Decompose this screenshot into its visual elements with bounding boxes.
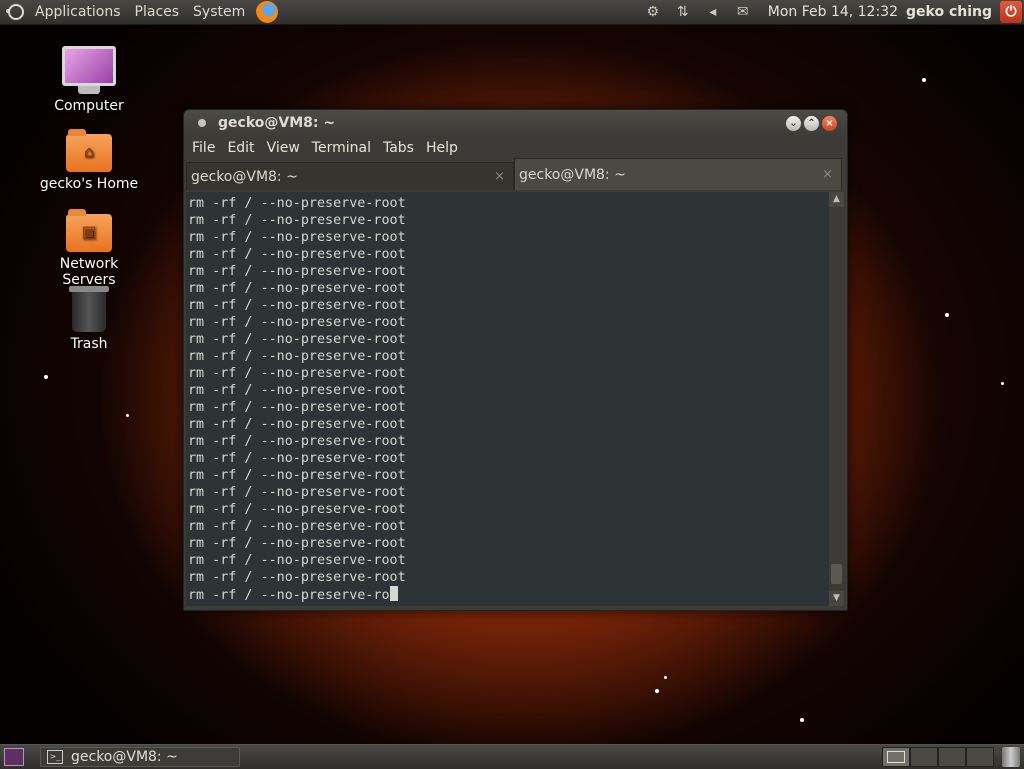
terminal-line: rm -rf / --no-preserve-root [188,264,406,279]
star [800,718,804,722]
terminal-output[interactable]: rm -rf / --no-preserve-root rm -rf / --no… [186,192,829,606]
close-button[interactable]: × [822,115,837,131]
terminal-icon: >_ [47,750,63,764]
menu-terminal[interactable]: Terminal [308,140,375,156]
scroll-thumb[interactable] [831,564,842,584]
window-title: gecko@VM8: ~ [218,115,336,131]
menu-places[interactable]: Places [128,0,187,24]
terminal-line: rm -rf / --no-preserve-root [188,349,406,364]
workspace-4[interactable] [966,747,994,767]
desktop-icon-computer[interactable]: Computer [34,46,144,114]
terminal-line: rm -rf / --no-preserve-root [188,366,406,381]
menu-system[interactable]: System [186,0,252,24]
power-icon[interactable]: ⏻ [1000,1,1022,23]
star [126,414,129,417]
window-titlebar[interactable]: gecko@VM8: ~ ⌄ ⌃ × [184,110,847,136]
terminal-window[interactable]: gecko@VM8: ~ ⌄ ⌃ × File Edit View Termin… [183,109,848,611]
tab-label: gecko@VM8: ~ [519,166,626,183]
terminal-line: rm -rf / --no-preserve-root [188,519,406,534]
desktop-icon-network-servers[interactable]: ▣ Network Servers [34,209,144,288]
terminal-line: rm -rf / --no-preserve-root [188,196,406,211]
trash-icon [69,286,109,332]
terminal-line: rm -rf / --no-preserve-root [188,536,406,551]
star [1001,382,1004,385]
star [945,313,949,317]
workspace-1[interactable] [882,747,910,767]
terminal-line: rm -rf / --no-preserve-root [188,485,406,500]
terminal-line: rm -rf / --no-preserve-root [188,298,406,313]
desktop-icon-label: gecko's Home [39,176,139,192]
clock[interactable]: Mon Feb 14, 12:32 [768,4,898,20]
terminal-cursor [389,586,398,601]
network-folder-icon: ▣ [66,209,112,252]
tab-1[interactable]: gecko@VM8: ~ × [186,162,514,190]
tab-label: gecko@VM8: ~ [191,168,298,185]
terminal-line: rm -rf / --no-preserve-root [188,468,406,483]
tab-close-icon[interactable]: × [494,169,505,184]
firefox-icon[interactable] [256,1,279,23]
terminal-line: rm -rf / --no-preserve-root [188,417,406,432]
minimize-button[interactable]: ⌄ [786,115,801,131]
terminal-line: rm -rf / --no-preserve-root [188,502,406,517]
menu-tabs[interactable]: Tabs [379,140,418,156]
star [44,375,48,379]
terminal-line: rm -rf / --no-preserve-root [188,570,406,585]
trash-applet-icon[interactable] [1002,747,1020,767]
scroll-down-icon[interactable]: ▼ [829,591,844,606]
terminal-lines: rm -rf / --no-preserve-root rm -rf / --no… [186,192,829,603]
terminal-line: rm -rf / --no-preserve-root [188,553,406,568]
window-menu-icon[interactable] [198,119,206,127]
terminal-line: rm -rf / --no-preserve-root [188,230,406,245]
terminal-line: rm -rf / --no-preserve-root [188,434,406,449]
terminal-current-input: rm -rf / --no-preserve-ro [188,588,390,603]
workspace-switcher[interactable] [882,747,994,767]
update-notifier-icon[interactable]: ⚙ [644,3,662,21]
terminal-line: rm -rf / --no-preserve-root [188,451,406,466]
star [922,78,926,82]
workspace-3[interactable] [938,747,966,767]
menu-file[interactable]: File [188,140,219,156]
menu-applications[interactable]: Applications [28,0,128,24]
terminal-line: rm -rf / --no-preserve-root [188,213,406,228]
terminal-line: rm -rf / --no-preserve-root [188,383,406,398]
volume-icon[interactable]: ◂ [704,3,722,21]
home-folder-icon: ⌂ [66,129,112,172]
terminal-line: rm -rf / --no-preserve-root [188,400,406,415]
desktop-icon-home[interactable]: ⌂ gecko's Home [34,129,144,192]
terminal-line: rm -rf / --no-preserve-root [188,315,406,330]
desktop-icon-trash[interactable]: Trash [34,286,144,352]
desktop-icon-label: Trash [70,336,108,352]
terminal-line: rm -rf / --no-preserve-root [188,281,406,296]
computer-icon [34,46,144,94]
terminal-menubar: File Edit View Terminal Tabs Help [184,136,847,160]
user-menu[interactable]: geko ching [906,4,992,20]
desktop-icon-label: Computer [54,98,124,114]
taskbar-item-terminal[interactable]: >_ gecko@VM8: ~ [40,747,240,767]
workspace-2[interactable] [910,747,938,767]
menu-help[interactable]: Help [422,140,462,156]
top-panel: Applications Places System ⚙ ⇅ ◂ ✉ Mon F… [0,0,1024,25]
network-icon[interactable]: ⇅ [674,3,692,21]
star [664,676,667,679]
terminal-line: rm -rf / --no-preserve-root [188,247,406,262]
ubuntu-logo-icon[interactable] [6,4,24,20]
mail-icon[interactable]: ✉ [734,3,752,21]
bottom-panel: >_ gecko@VM8: ~ [0,744,1024,769]
show-desktop-icon[interactable] [4,748,24,766]
terminal-tabbar: gecko@VM8: ~ × gecko@VM8: ~ × [184,158,847,190]
terminal-prompt-line[interactable]: rm -rf / --no-preserve-ro [188,586,829,603]
tab-close-icon[interactable]: × [822,167,833,182]
menu-view[interactable]: View [263,140,304,156]
star [655,689,659,693]
maximize-button[interactable]: ⌃ [804,115,819,131]
scrollbar[interactable]: ▲ ▼ [829,192,844,606]
menu-edit[interactable]: Edit [223,140,258,156]
desktop-icon-label: Network Servers [59,256,119,288]
tab-2[interactable]: gecko@VM8: ~ × [514,158,842,190]
taskbar-item-label: gecko@VM8: ~ [71,749,178,765]
terminal-line: rm -rf / --no-preserve-root [188,332,406,347]
scroll-up-icon[interactable]: ▲ [829,192,844,207]
